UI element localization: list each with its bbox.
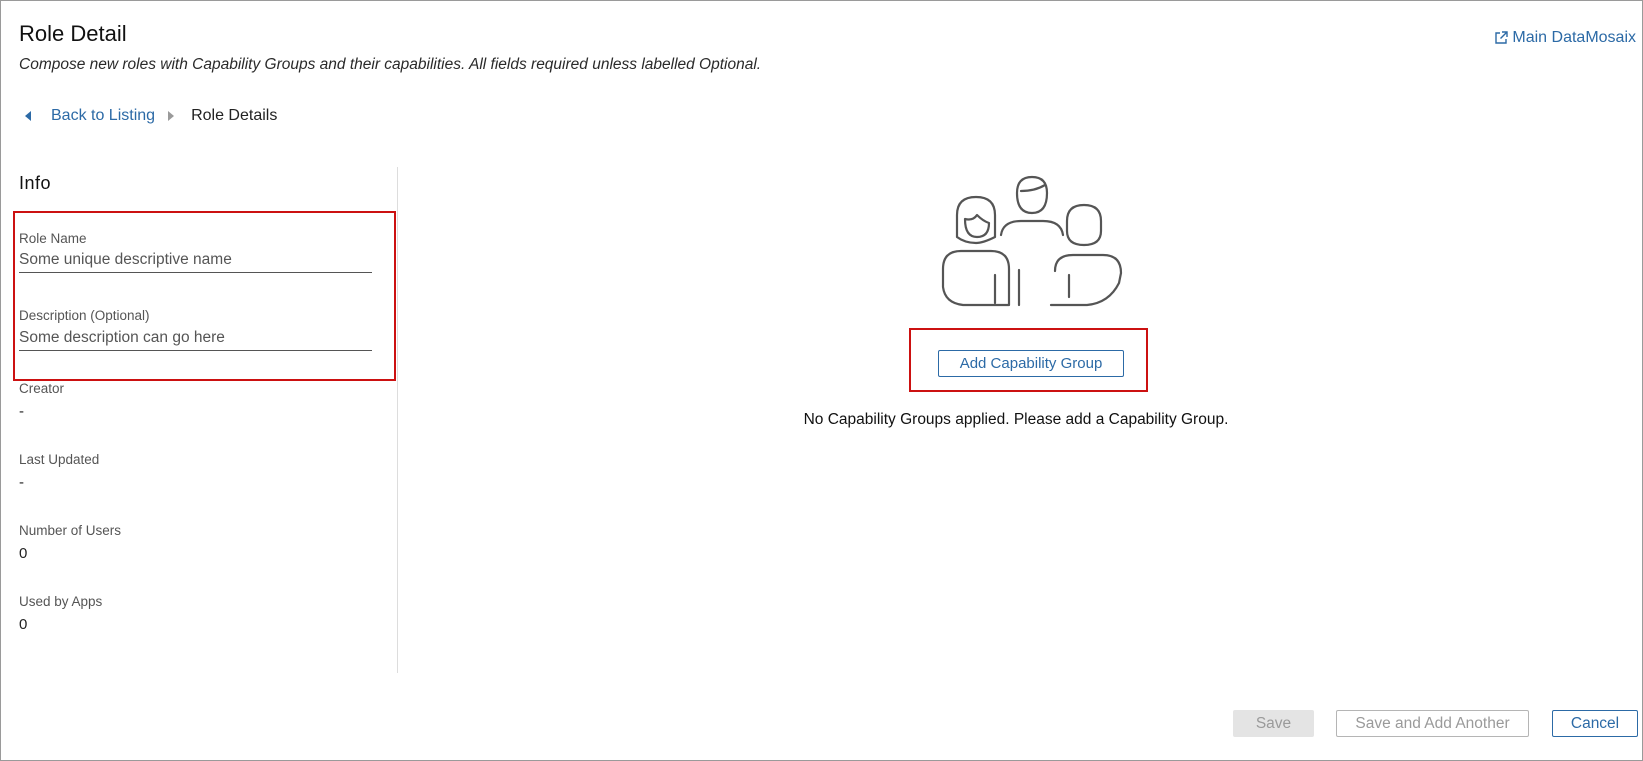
save-button[interactable]: Save [1233, 710, 1314, 737]
number-of-users-label: Number of Users [19, 523, 122, 538]
description-input[interactable] [19, 325, 372, 351]
info-title: Info [19, 173, 52, 193]
empty-state-message: No Capability Groups applied. Please add… [803, 411, 1229, 428]
breadcrumb-current: Role Details [191, 107, 278, 124]
cancel-button[interactable]: Cancel [1552, 710, 1638, 737]
number-of-users-value: 0 [19, 545, 28, 562]
breadcrumb-separator-icon [168, 111, 175, 121]
description-label: Description (Optional) [19, 308, 150, 323]
role-name-input[interactable] [19, 247, 372, 273]
external-link-icon [1495, 31, 1509, 44]
main-datamosaix-link-label: Main DataMosaix [1512, 29, 1636, 46]
back-arrow-icon[interactable] [25, 111, 31, 121]
breadcrumb: Back to Listing Role Details [25, 107, 277, 125]
info-panel: Info Role Name Description (Optional) Cr… [1, 167, 398, 673]
creator-label: Creator [19, 381, 65, 396]
add-capability-group-button[interactable]: Add Capability Group [938, 350, 1124, 377]
back-to-listing-link[interactable]: Back to Listing [51, 107, 155, 125]
page-title: Role Detail [19, 21, 127, 46]
creator-value: - [19, 403, 24, 420]
used-by-apps-value: 0 [19, 616, 28, 633]
role-detail-page: Role Detail Compose new roles with Capab… [0, 0, 1643, 761]
last-updated-label: Last Updated [19, 452, 100, 467]
role-name-label: Role Name [19, 231, 87, 246]
main-datamosaix-link[interactable]: Main DataMosaix [1494, 29, 1636, 47]
used-by-apps-label: Used by Apps [19, 594, 103, 609]
page-subtitle: Compose new roles with Capability Groups… [19, 56, 762, 73]
last-updated-value: - [19, 474, 24, 491]
save-and-add-another-button[interactable]: Save and Add Another [1336, 710, 1529, 737]
people-group-icon [941, 175, 1123, 307]
